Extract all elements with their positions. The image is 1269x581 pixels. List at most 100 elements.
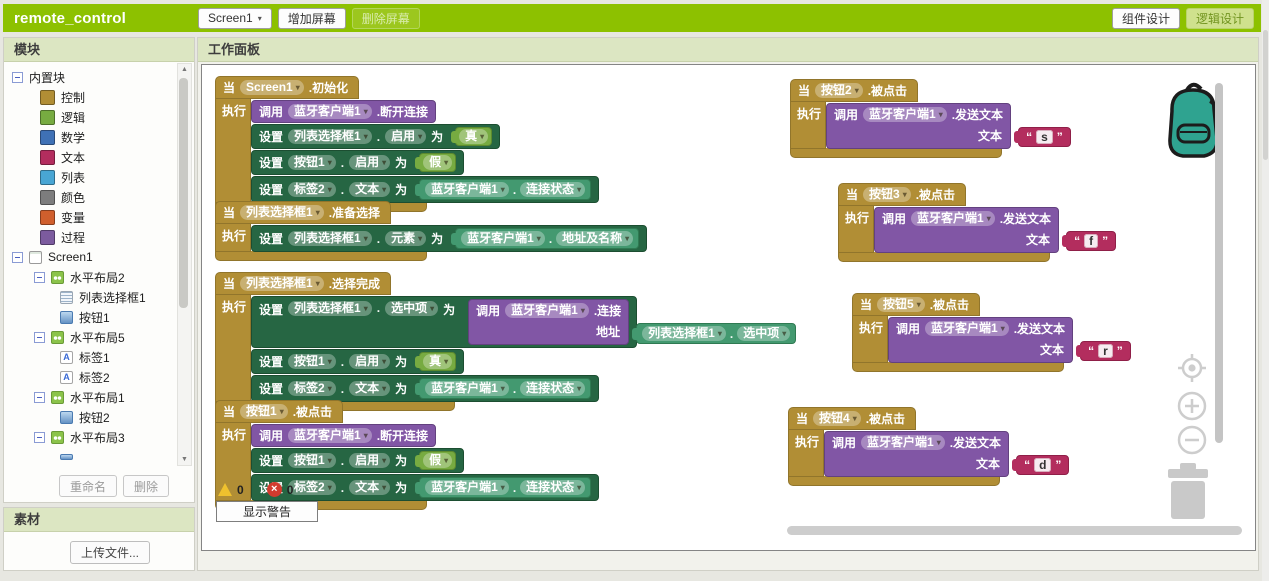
component-dropdown[interactable]: 列表选择框1 — [240, 276, 324, 291]
component-dropdown[interactable]: 列表选择框1 — [288, 129, 372, 144]
tree-item-harrangement5[interactable]: 水平布局5 — [4, 327, 177, 347]
tree-item-listpicker1[interactable]: 列表选择框1 — [4, 287, 177, 307]
text-value-field[interactable]: r — [1098, 344, 1113, 358]
component-dropdown[interactable]: 蓝牙客户端1 — [863, 107, 947, 122]
property-dropdown[interactable]: 文本 — [349, 182, 390, 197]
set-listpicker-selection-block[interactable]: 设置 列表选择框1 . 选中项 为 调用 蓝牙客户端1 .连接 地址 — [251, 296, 637, 348]
blocks-canvas[interactable]: 当 Screen1 .初始化 执行 调用 蓝牙客户端1 .断开连接 设置 列表选… — [201, 64, 1256, 551]
component-dropdown[interactable]: 蓝牙客户端1 — [861, 435, 945, 450]
property-dropdown[interactable]: 文本 — [349, 381, 390, 396]
zoom-out-button[interactable] — [1177, 425, 1207, 460]
getter-listpicker-selection-block[interactable]: 列表选择框1 . 选中项 — [636, 323, 796, 344]
text-string-block[interactable]: “ d ” — [1016, 455, 1069, 475]
set-listpicker-enabled-block[interactable]: 设置 列表选择框1 . 启用 为 真 — [251, 124, 500, 149]
call-disconnect-block[interactable]: 调用 蓝牙客户端1 .断开连接 — [251, 100, 436, 123]
event-block-button4-click[interactable]: 当 按钮4 .被点击 执行 调用 蓝牙客户端1 .发送文本 文本 — [788, 407, 1009, 486]
getter-bt-isconnected-block[interactable]: 蓝牙客户端1 . 连接状态 — [419, 179, 591, 200]
set-label2-text-block[interactable]: 设置 标签2 . 文本 为 蓝牙客户端1 . 连接状态 — [251, 375, 599, 402]
call-sendtext-block[interactable]: 调用 蓝牙客户端1 .发送文本 文本 “ d ” — [824, 431, 1009, 477]
text-value-field[interactable]: s — [1036, 130, 1053, 144]
logic-dropdown[interactable]: 假 — [423, 155, 452, 170]
page-scrollbar[interactable] — [1262, 0, 1269, 581]
event-block-button3-click[interactable]: 当 按钮3 .被点击 执行 调用 蓝牙客户端1 .发送文本 文本 — [838, 183, 1059, 262]
logic-dropdown[interactable]: 假 — [423, 453, 452, 468]
call-sendtext-block[interactable]: 调用 蓝牙客户端1 .发送文本 文本 “ f ” — [874, 207, 1059, 253]
tree-item-label1[interactable]: A标签1 — [4, 347, 177, 367]
property-dropdown[interactable]: 连接状态 — [520, 381, 585, 396]
set-label2-text-block[interactable]: 设置 标签2 . 文本 为 蓝牙客户端1 . 连接状态 — [251, 176, 599, 203]
tree-item-math[interactable]: 数学 — [4, 127, 177, 147]
collapse-icon[interactable] — [34, 392, 45, 403]
component-dropdown[interactable]: 蓝牙客户端1 — [461, 231, 545, 246]
logic-dropdown[interactable]: 真 — [459, 129, 488, 144]
tree-item-colors[interactable]: 颜色 — [4, 187, 177, 207]
tree-item-button1[interactable]: 按钮1 — [4, 307, 177, 327]
tree-item-screen1[interactable]: Screen1 — [4, 247, 177, 267]
tree-scrollbar[interactable]: ▲ ▼ — [177, 63, 192, 466]
designer-button[interactable]: 组件设计 — [1112, 8, 1180, 29]
canvas-horizontal-scrollbar[interactable] — [787, 526, 1242, 535]
text-string-block[interactable]: “ r ” — [1080, 341, 1131, 361]
rename-button[interactable]: 重命名 — [59, 475, 117, 497]
component-dropdown[interactable]: 蓝牙客户端1 — [911, 211, 995, 226]
property-dropdown[interactable]: 选中项 — [737, 326, 790, 341]
scroll-up-icon[interactable]: ▲ — [178, 66, 191, 73]
property-dropdown[interactable]: 地址及名称 — [556, 231, 633, 246]
warnings-indicator[interactable]: 0 × 0 — [218, 482, 293, 497]
property-dropdown[interactable]: 连接状态 — [520, 182, 585, 197]
add-screen-button[interactable]: 增加屏幕 — [278, 8, 346, 29]
property-dropdown[interactable]: 启用 — [349, 354, 390, 369]
property-dropdown[interactable]: 启用 — [349, 453, 390, 468]
tree-item-harrangement2[interactable]: 水平布局2 — [4, 267, 177, 287]
component-dropdown[interactable]: 按钮4 — [813, 411, 861, 426]
property-dropdown[interactable]: 启用 — [349, 155, 390, 170]
collapse-icon[interactable] — [34, 272, 45, 283]
collapse-icon[interactable] — [34, 332, 45, 343]
center-blocks-button[interactable] — [1177, 353, 1207, 388]
event-block-listpicker-afterpicking[interactable]: 当 列表选择框1 .选择完成 执行 设置 列表选择框1 . 选中项 为 调用 — [215, 272, 637, 411]
getter-bt-isconnected-block[interactable]: 蓝牙客户端1 . 连接状态 — [419, 378, 591, 399]
tree-item-partial[interactable] — [4, 447, 177, 467]
property-dropdown[interactable]: 文本 — [349, 480, 390, 495]
text-string-block[interactable]: “ s ” — [1018, 127, 1071, 147]
component-dropdown[interactable]: 按钮3 — [863, 187, 911, 202]
call-sendtext-block[interactable]: 调用 蓝牙客户端1 .发送文本 文本 “ r ” — [888, 317, 1073, 363]
tree-item-harrangement1[interactable]: 水平布局1 — [4, 387, 177, 407]
component-dropdown[interactable]: 按钮1 — [240, 404, 288, 419]
zoom-in-button[interactable] — [1177, 391, 1207, 426]
property-dropdown[interactable]: 选中项 — [385, 301, 438, 316]
canvas-vertical-scrollbar[interactable] — [1215, 83, 1223, 443]
component-dropdown[interactable]: 按钮1 — [288, 354, 336, 369]
component-dropdown[interactable]: Screen1 — [240, 80, 304, 95]
component-dropdown[interactable]: 蓝牙客户端1 — [425, 381, 509, 396]
set-listpicker-elements-block[interactable]: 设置 列表选择框1 . 元素 为 蓝牙客户端1 . 地址及名称 — [251, 225, 647, 252]
screen-selector[interactable]: Screen1 ▾ — [198, 8, 272, 29]
text-string-block[interactable]: “ f ” — [1066, 231, 1116, 251]
call-bt-connect-block[interactable]: 调用 蓝牙客户端1 .连接 地址 列表选择框1 . 选中项 — [468, 299, 629, 345]
tree-item-procedures[interactable]: 过程 — [4, 227, 177, 247]
logic-dropdown[interactable]: 真 — [423, 354, 452, 369]
tree-item-control[interactable]: 控制 — [4, 87, 177, 107]
tree-item-harrangement3[interactable]: 水平布局3 — [4, 427, 177, 447]
set-button1-enabled-block[interactable]: 设置 按钮1 . 启用 为 真 — [251, 349, 464, 374]
logic-false-block[interactable]: 假 — [419, 153, 456, 172]
event-block-button5-click[interactable]: 当 按钮5 .被点击 执行 调用 蓝牙客户端1 .发送文本 文本 — [852, 293, 1073, 372]
component-dropdown[interactable]: 蓝牙客户端1 — [505, 303, 589, 318]
set-label2-text-block[interactable]: 设置 标签2 . 文本 为 蓝牙客户端1 . 连接状态 — [251, 474, 599, 501]
event-block-screen1-initialize[interactable]: 当 Screen1 .初始化 执行 调用 蓝牙客户端1 .断开连接 设置 列表选… — [215, 76, 599, 212]
component-dropdown[interactable]: 按钮2 — [815, 83, 863, 98]
component-dropdown[interactable]: 蓝牙客户端1 — [425, 182, 509, 197]
call-sendtext-block[interactable]: 调用 蓝牙客户端1 .发送文本 文本 “ s ” — [826, 103, 1011, 149]
component-dropdown[interactable]: 标签2 — [288, 381, 336, 396]
property-dropdown[interactable]: 连接状态 — [520, 480, 585, 495]
tree-item-text[interactable]: 文本 — [4, 147, 177, 167]
scrollbar-thumb[interactable] — [179, 78, 188, 308]
tree-item-variables[interactable]: 变量 — [4, 207, 177, 227]
component-dropdown[interactable]: 标签2 — [288, 480, 336, 495]
delete-button[interactable]: 删除 — [123, 475, 169, 497]
logic-false-block[interactable]: 假 — [419, 451, 456, 470]
tree-item-label2[interactable]: A标签2 — [4, 367, 177, 387]
component-dropdown[interactable]: 按钮1 — [288, 453, 336, 468]
getter-bt-addresses-block[interactable]: 蓝牙客户端1 . 地址及名称 — [455, 228, 639, 249]
tree-item-logic[interactable]: 逻辑 — [4, 107, 177, 127]
